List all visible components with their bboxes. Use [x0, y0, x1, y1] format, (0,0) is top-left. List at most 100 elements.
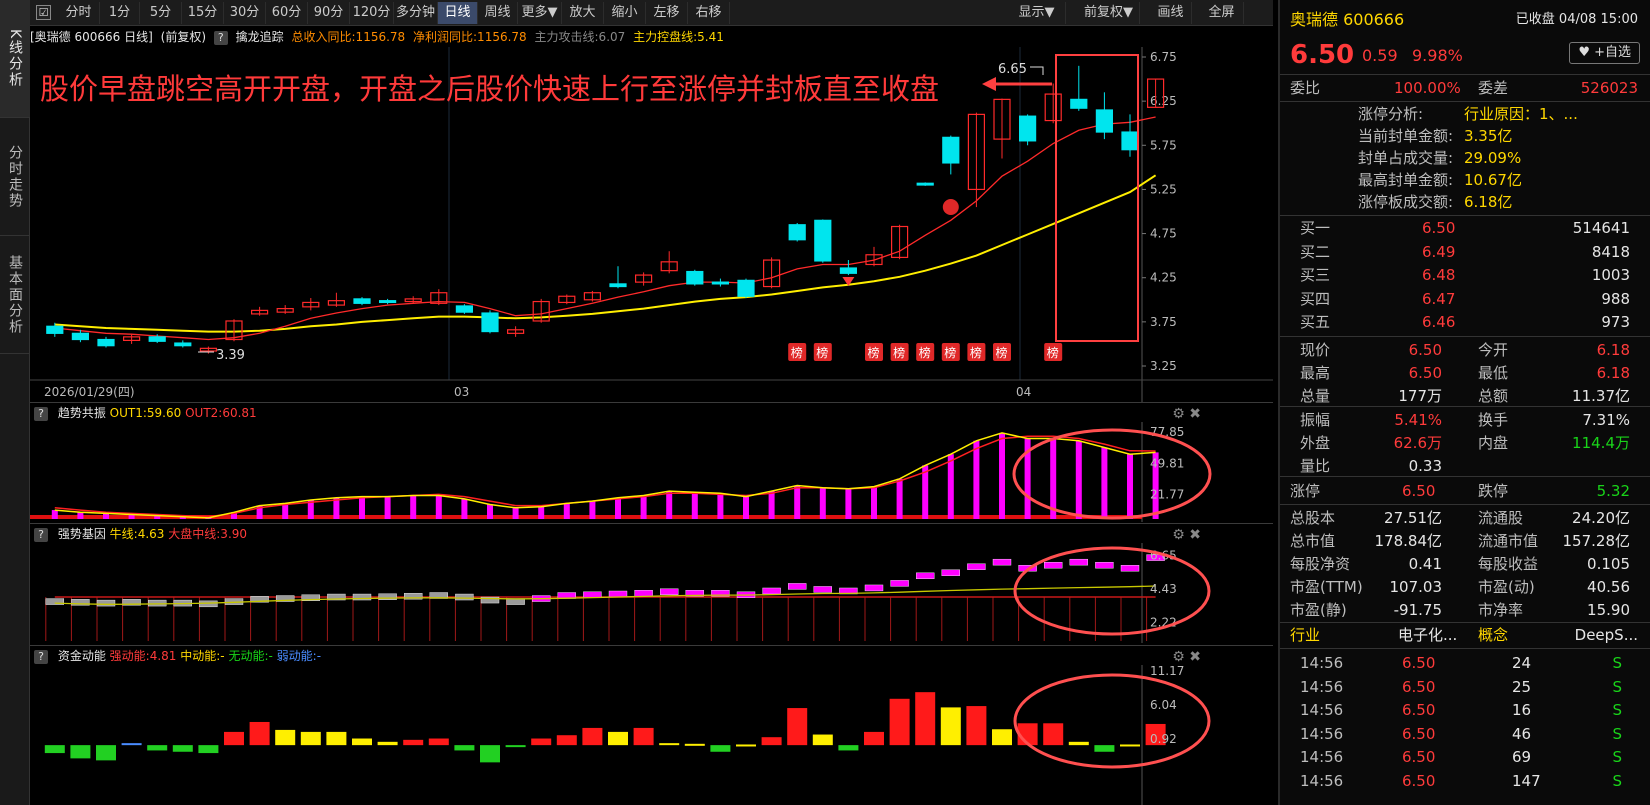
candle[interactable]: [302, 298, 320, 311]
candle[interactable]: [1044, 83, 1062, 124]
strong-gene-chart[interactable]: 6.654.432.22: [30, 543, 1273, 643]
candle[interactable]: [916, 182, 934, 186]
adjust-mode[interactable]: (前复权): [161, 30, 206, 44]
candle[interactable]: [814, 219, 832, 263]
candle[interactable]: [199, 346, 217, 354]
period-button[interactable]: 日线: [438, 2, 478, 24]
period-button[interactable]: 60分: [266, 2, 308, 24]
toolbar-checkbox[interactable]: ☑: [36, 5, 51, 20]
ranking-badge[interactable]: 榜: [788, 343, 807, 361]
candle[interactable]: [967, 112, 986, 208]
candle[interactable]: [686, 269, 704, 286]
add-watchlist-button[interactable]: ♥ +自选: [1569, 42, 1640, 64]
chart-action-button[interactable]: 左移: [646, 2, 688, 24]
bid-price: 6.50: [1422, 219, 1456, 237]
chart-action-button[interactable]: 放大: [562, 2, 604, 24]
candle[interactable]: [788, 222, 806, 242]
candle[interactable]: [993, 98, 1011, 159]
ranking-badge[interactable]: 榜: [1044, 343, 1063, 361]
gene-block: [813, 586, 832, 593]
ranking-badge[interactable]: 榜: [890, 343, 909, 361]
candle[interactable]: [174, 340, 192, 348]
tab-fundamental-analysis[interactable]: 基本面分析: [0, 236, 30, 354]
period-button[interactable]: 15分: [182, 2, 224, 24]
candle[interactable]: [839, 260, 858, 276]
fundamental-row: 每股净资 0.41 每股收益 0.105: [1280, 552, 1650, 576]
period-button[interactable]: 1分: [100, 2, 140, 24]
candle[interactable]: [558, 294, 576, 305]
period-button[interactable]: 分时: [58, 2, 100, 24]
bid-row: 买三 6.48 1003: [1280, 263, 1650, 287]
candle[interactable]: [737, 278, 755, 299]
toolbar-menu-button[interactable]: 画线: [1150, 2, 1192, 24]
toolbar-menu-button[interactable]: 前复权▼: [1078, 2, 1140, 24]
event-marker-icon[interactable]: [942, 199, 959, 215]
period-button[interactable]: 30分: [224, 2, 266, 24]
help-icon[interactable]: ?: [34, 650, 48, 664]
analysis-label: 最高封单金额:: [1358, 171, 1454, 189]
candle-body: [839, 267, 858, 274]
candle[interactable]: [865, 246, 883, 267]
candle[interactable]: [711, 278, 730, 287]
toolbar-menu-button[interactable]: 全屏: [1200, 2, 1244, 24]
candle[interactable]: [1095, 92, 1114, 140]
candle[interactable]: [609, 266, 627, 289]
toolbar-menu-button[interactable]: 显示▼: [1008, 2, 1066, 24]
candle[interactable]: [251, 306, 269, 316]
panel-title[interactable]: 资金动能: [58, 649, 106, 663]
candle[interactable]: [583, 290, 602, 302]
ranking-badge-text: 榜: [868, 345, 880, 360]
period-button[interactable]: 120分: [350, 2, 394, 24]
candle[interactable]: [942, 135, 960, 175]
candle[interactable]: [455, 304, 473, 314]
indicator-name[interactable]: 擒龙追踪: [236, 30, 284, 44]
fund-momentum-chart[interactable]: 11.17 6.04 0.92: [30, 665, 1273, 805]
ranking-badge[interactable]: 榜: [865, 343, 883, 361]
candle[interactable]: [379, 298, 397, 305]
candle[interactable]: [481, 310, 499, 334]
chart-action-button[interactable]: 缩小: [604, 2, 646, 24]
candle[interactable]: [532, 298, 550, 323]
period-button[interactable]: 更多▼: [518, 2, 562, 24]
ranking-badge[interactable]: 榜: [916, 343, 935, 361]
candle[interactable]: [122, 334, 141, 344]
ranking-badge[interactable]: 榜: [941, 343, 960, 361]
candle[interactable]: [660, 251, 678, 274]
settings-close-icon[interactable]: ⚙ ✖: [1172, 647, 1201, 667]
candle[interactable]: [276, 305, 294, 314]
candle[interactable]: [507, 326, 525, 337]
settings-close-icon[interactable]: ⚙ ✖: [1172, 404, 1201, 424]
ranking-badge[interactable]: 榜: [993, 343, 1011, 361]
period-button[interactable]: 多分钟: [394, 2, 438, 24]
candle[interactable]: [327, 292, 345, 307]
ranking-badge[interactable]: 榜: [813, 343, 832, 361]
ranking-badge[interactable]: 榜: [967, 343, 986, 361]
candle[interactable]: [890, 224, 909, 260]
candle[interactable]: [1070, 65, 1088, 111]
candle[interactable]: [430, 289, 448, 306]
candle[interactable]: [762, 257, 781, 289]
candle[interactable]: [404, 296, 422, 304]
candle[interactable]: [634, 272, 653, 286]
help-icon[interactable]: ?: [34, 528, 48, 542]
stat-value: 6.18: [1596, 364, 1630, 382]
chart-action-button[interactable]: 右移: [688, 2, 730, 24]
period-button[interactable]: 5分: [140, 2, 182, 24]
candle[interactable]: [353, 297, 371, 306]
help-icon[interactable]: ?: [34, 407, 48, 421]
period-button[interactable]: 周线: [478, 2, 518, 24]
tab-intraday-trend[interactable]: 分时走势: [0, 118, 30, 236]
fundamental-value: 24.20亿: [1572, 509, 1630, 527]
panel-title[interactable]: 趋势共振: [58, 406, 106, 420]
stat-label: 量比: [1300, 457, 1331, 475]
gene-block: [147, 599, 167, 607]
candle[interactable]: [1018, 114, 1037, 146]
period-button[interactable]: 90分: [308, 2, 350, 24]
candle[interactable]: [97, 336, 115, 348]
settings-close-icon[interactable]: ⚙ ✖: [1172, 525, 1201, 545]
tab-kline-analysis[interactable]: K线分析: [0, 0, 30, 118]
help-icon[interactable]: ?: [213, 31, 228, 45]
momentum-bar: [787, 708, 808, 746]
panel-title[interactable]: 强势基因: [58, 527, 106, 541]
trend-resonance-chart[interactable]: 77.8549.8121.77: [30, 422, 1273, 522]
